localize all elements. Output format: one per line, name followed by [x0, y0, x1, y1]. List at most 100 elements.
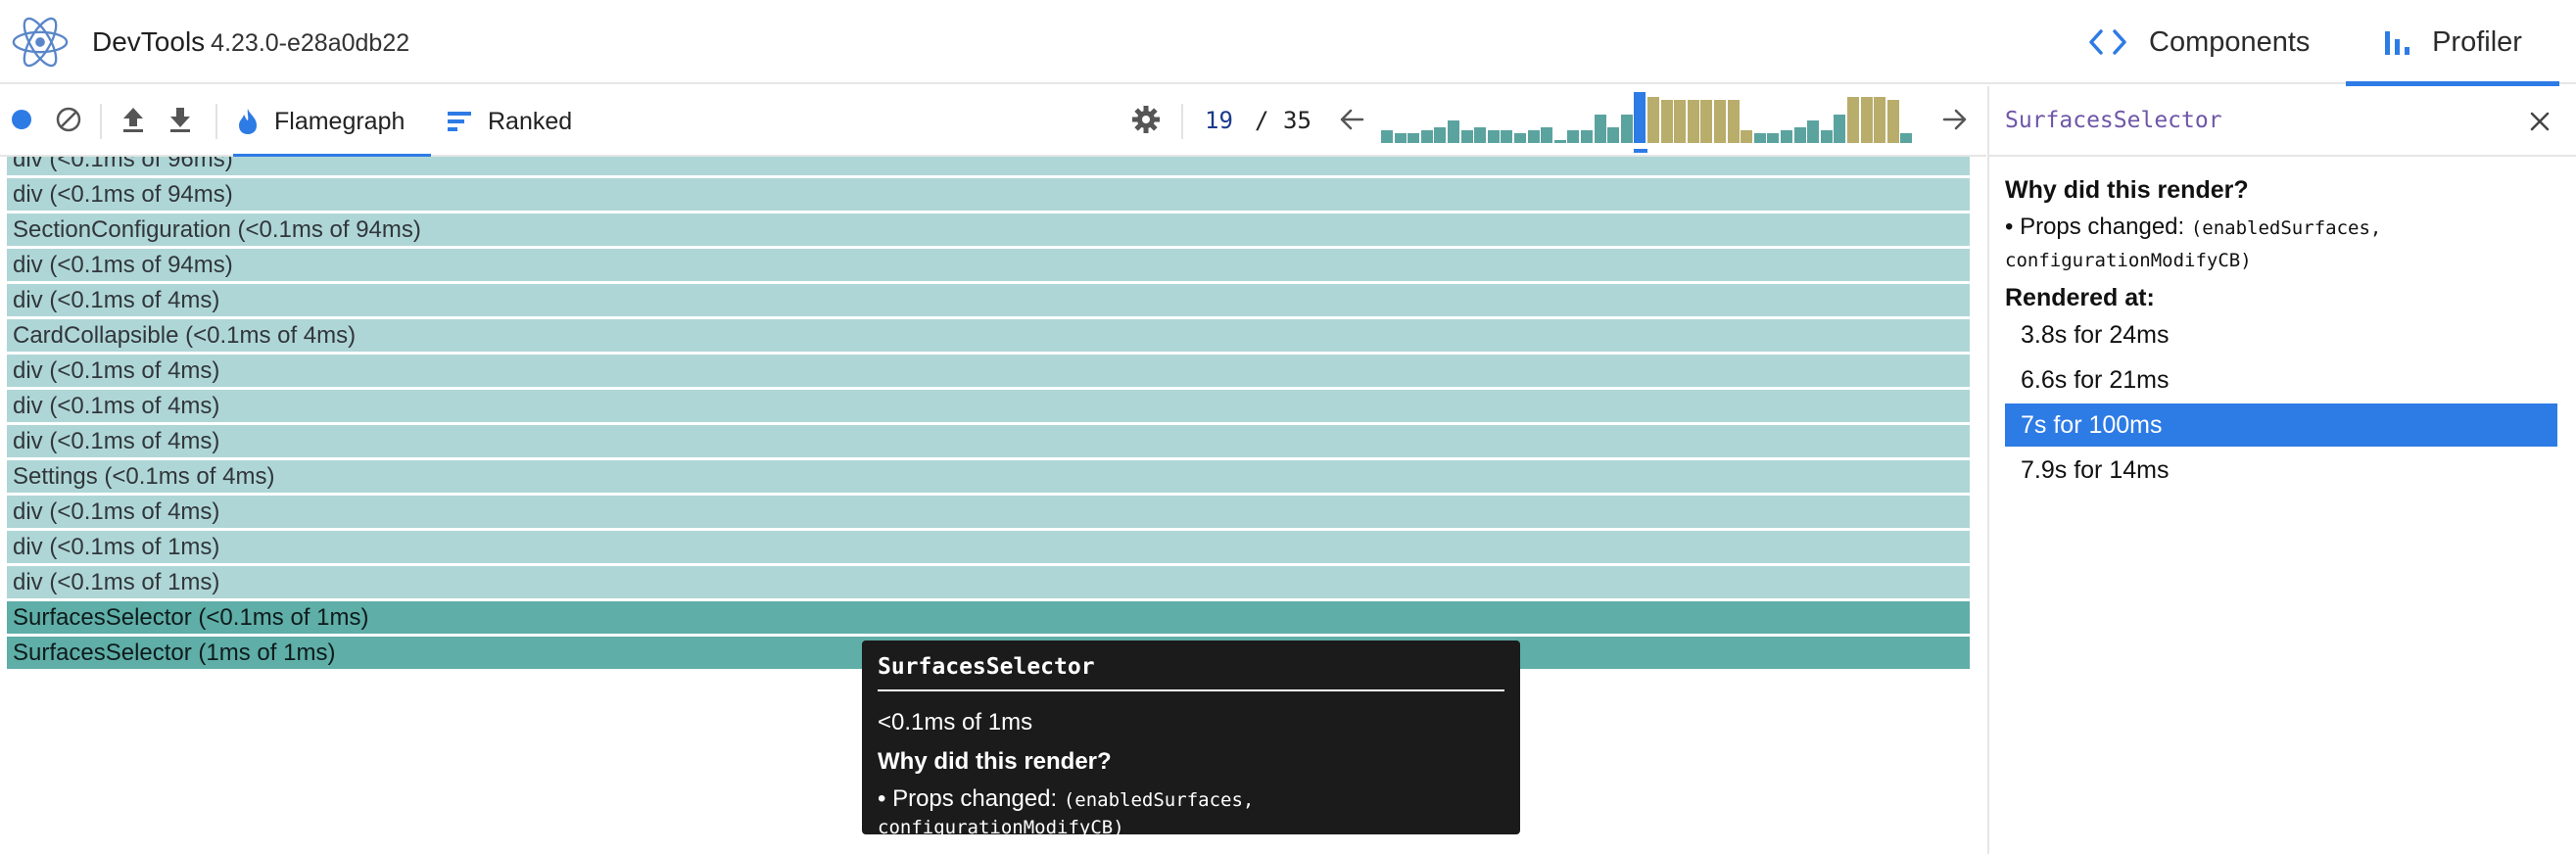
- commit-bar[interactable]: [1700, 100, 1713, 143]
- commit-bar[interactable]: [1501, 130, 1513, 143]
- panel-title: SurfacesSelector: [2005, 108, 2222, 133]
- flame-icon: [237, 108, 259, 135]
- load-profile-button[interactable]: [114, 100, 153, 139]
- gear-icon: [1132, 106, 1160, 133]
- commit-bar[interactable]: [1660, 100, 1673, 143]
- close-icon: [2530, 112, 2550, 131]
- commit-bar[interactable]: [1781, 130, 1792, 143]
- commit-bar[interactable]: [1381, 130, 1393, 143]
- tab-profiler-label: Profiler: [2432, 25, 2522, 58]
- commit-bar[interactable]: [1607, 127, 1620, 143]
- clear-button[interactable]: [49, 100, 88, 139]
- flamegraph-row[interactable]: div (<0.1ms of 4ms): [7, 284, 1970, 316]
- commit-bar[interactable]: [1620, 115, 1633, 143]
- commit-bar[interactable]: [1594, 115, 1606, 143]
- flamegraph-tooltip: SurfacesSelector <0.1ms of 1ms Why did t…: [862, 640, 1520, 838]
- flamegraph-row[interactable]: div (<0.1ms of 94ms): [7, 178, 1970, 211]
- tab-ranked[interactable]: Ranked: [447, 86, 594, 157]
- commit-bar[interactable]: [1394, 133, 1407, 143]
- flamegraph-row[interactable]: SectionConfiguration (<0.1ms of 94ms): [7, 214, 1970, 246]
- tooltip-component-name: SurfacesSelector: [878, 654, 1095, 680]
- commit-bar[interactable]: [1860, 97, 1873, 143]
- flamegraph-row[interactable]: Settings (<0.1ms of 4ms): [7, 460, 1970, 493]
- flamegraph-row[interactable]: div (<0.1ms of 94ms): [7, 249, 1970, 281]
- flamegraph-row[interactable]: div (<0.1ms of 4ms): [7, 425, 1970, 457]
- tab-flamegraph-label: Flamegraph: [274, 107, 405, 135]
- rendered-at-item[interactable]: 3.8s for 24ms: [2005, 313, 2557, 356]
- selected-fiber-panel: SurfacesSelector Why did this render? • …: [1987, 86, 2576, 854]
- commit-bar[interactable]: [1874, 97, 1886, 143]
- commit-bar[interactable]: [1527, 130, 1540, 143]
- flamegraph-row[interactable]: div (<0.1ms of 4ms): [7, 496, 1970, 528]
- code-brackets-icon: [2088, 27, 2127, 57]
- commit-bar[interactable]: [1514, 133, 1526, 143]
- flamegraph-row[interactable]: div (<0.1ms of 1ms): [7, 531, 1970, 563]
- commit-bar[interactable]: [1634, 92, 1646, 143]
- commit-bar[interactable]: [1487, 130, 1500, 143]
- record-icon: [12, 110, 31, 129]
- tab-profiler[interactable]: Profiler: [2346, 0, 2559, 86]
- rendered-at-item[interactable]: 7s for 100ms: [2005, 403, 2557, 447]
- rendered-at-item[interactable]: 6.6s for 21ms: [2005, 358, 2557, 402]
- react-logo-icon: [12, 17, 69, 68]
- tab-flamegraph[interactable]: Flamegraph: [233, 86, 431, 159]
- commit-bar-chart[interactable]: [1381, 86, 1916, 157]
- commit-bar[interactable]: [1553, 140, 1566, 143]
- download-icon: [170, 108, 190, 132]
- commit-bar[interactable]: [1727, 100, 1740, 143]
- flamegraph-row[interactable]: SurfacesSelector (<0.1ms of 1ms): [7, 601, 1970, 634]
- flamegraph-row[interactable]: CardCollapsible (<0.1ms of 4ms): [7, 319, 1970, 352]
- commit-bar[interactable]: [1448, 120, 1459, 143]
- bar-chart-icon: [2383, 27, 2410, 57]
- flamegraph-row[interactable]: div (<0.1ms of 96ms): [7, 157, 1970, 175]
- app-name: DevTools: [92, 26, 206, 57]
- why-render-title: Why did this render?: [2005, 176, 2249, 204]
- commit-bar[interactable]: [1900, 133, 1913, 143]
- save-profile-button[interactable]: [161, 100, 200, 139]
- tooltip-props-changed: • Props changed: (enabledSurfaces, confi…: [878, 785, 1504, 840]
- app-title: DevTools 4.23.0-e28a0db22: [92, 26, 409, 58]
- commit-bar[interactable]: [1753, 133, 1766, 143]
- rendered-at-item[interactable]: 7.9s for 14ms: [2005, 449, 2557, 492]
- commit-bar[interactable]: [1460, 130, 1473, 143]
- tab-components-label: Components: [2149, 25, 2311, 58]
- profiler-toolbar: Flamegraph Ranked 19 / 35: [0, 86, 1986, 159]
- commit-bar[interactable]: [1886, 100, 1899, 143]
- props-changed-label: • Props changed:: [2005, 214, 2185, 240]
- settings-button[interactable]: [1126, 100, 1166, 139]
- flamegraph-row[interactable]: div (<0.1ms of 4ms): [7, 355, 1970, 387]
- flamegraph-row[interactable]: div (<0.1ms of 1ms): [7, 566, 1970, 598]
- commit-bar[interactable]: [1820, 130, 1833, 143]
- commit-bar[interactable]: [1847, 97, 1859, 143]
- record-button[interactable]: [2, 100, 41, 139]
- commit-bar[interactable]: [1567, 130, 1580, 143]
- commit-bar[interactable]: [1714, 100, 1726, 143]
- commit-bar[interactable]: [1420, 130, 1433, 143]
- commit-bar[interactable]: [1541, 127, 1553, 143]
- next-commit-button[interactable]: [1935, 100, 1975, 139]
- commit-bar[interactable]: [1807, 120, 1820, 143]
- props-changed-value-2: configurationModifyCB): [2005, 250, 2252, 271]
- commit-bar[interactable]: [1834, 115, 1846, 143]
- upload-icon: [123, 108, 143, 132]
- props-changed: • Props changed: (enabledSurfaces, confi…: [2005, 212, 2563, 276]
- tab-components[interactable]: Components: [2088, 0, 2319, 84]
- commit-bar[interactable]: [1674, 100, 1687, 143]
- flamegraph-row[interactable]: div (<0.1ms of 4ms): [7, 390, 1970, 422]
- commit-bar[interactable]: [1647, 97, 1659, 143]
- commit-bar[interactable]: [1407, 133, 1420, 143]
- toolbar-divider: [1181, 104, 1183, 139]
- commit-bar[interactable]: [1767, 133, 1780, 143]
- commit-bar[interactable]: [1474, 127, 1487, 143]
- tab-ranked-label: Ranked: [488, 107, 573, 135]
- toolbar-divider: [215, 104, 217, 139]
- toolbar-divider: [100, 104, 102, 139]
- commit-bar[interactable]: [1581, 130, 1593, 143]
- commit-bar[interactable]: [1741, 130, 1753, 143]
- commit-bar[interactable]: [1434, 127, 1447, 143]
- previous-commit-button[interactable]: [1332, 100, 1371, 139]
- commit-bar[interactable]: [1793, 127, 1806, 143]
- close-panel-button[interactable]: [2524, 106, 2555, 137]
- app-version: 4.23.0-e28a0db22: [211, 29, 410, 57]
- commit-bar[interactable]: [1687, 100, 1699, 143]
